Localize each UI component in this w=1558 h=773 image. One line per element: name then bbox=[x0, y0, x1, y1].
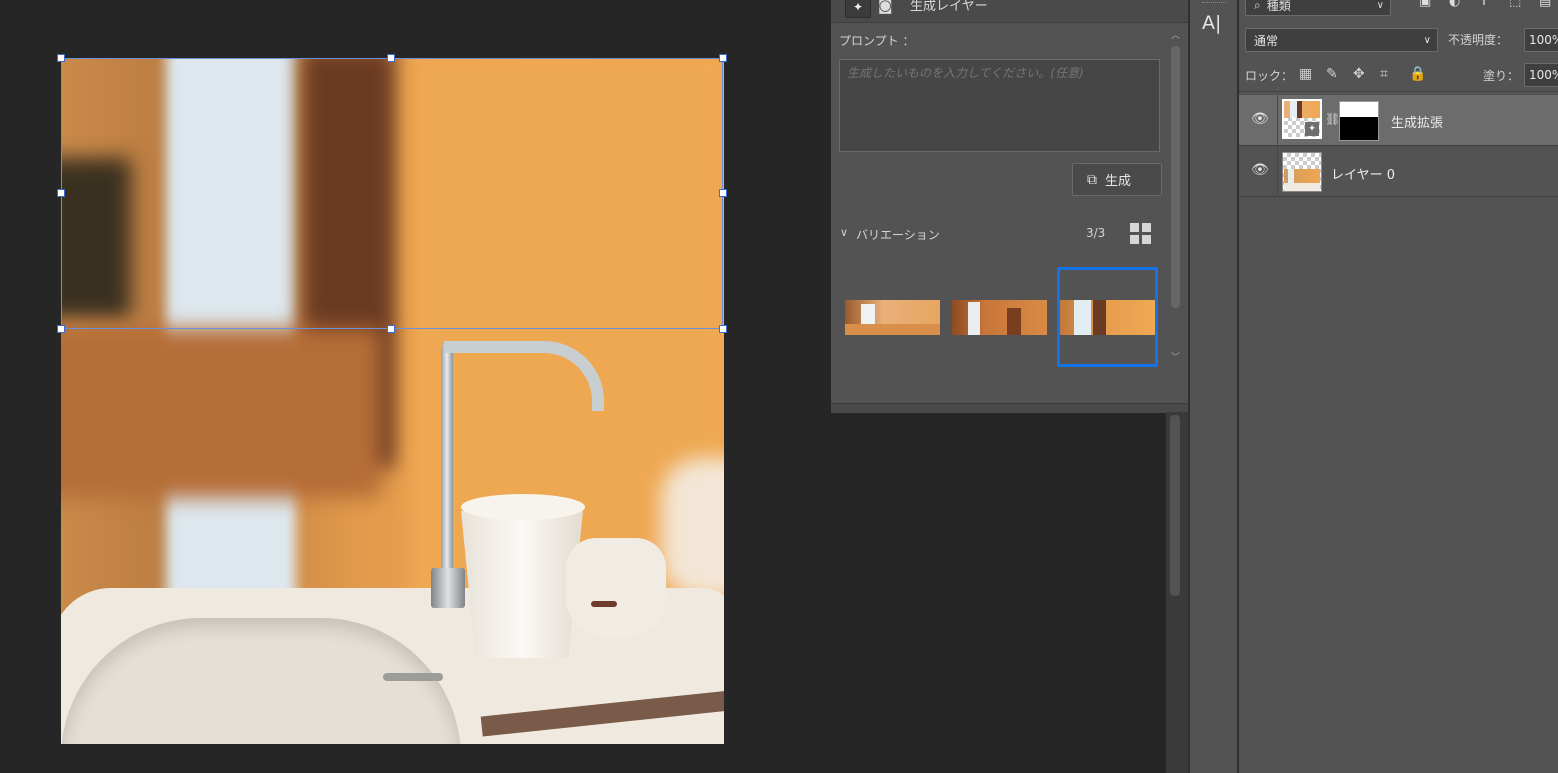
layer-filter-kind-select[interactable]: ⌕ 種類 ∨ bbox=[1245, 0, 1391, 16]
scroll-thumb[interactable] bbox=[1170, 415, 1180, 596]
canvas-scrollbar[interactable] bbox=[1166, 412, 1188, 773]
transform-handle[interactable] bbox=[719, 189, 727, 197]
generate-icon: ⧉ bbox=[1087, 171, 1097, 188]
panel-title: 生成レイヤー bbox=[910, 0, 988, 14]
shape-filter-icon[interactable]: ⬚ bbox=[1509, 0, 1521, 9]
prompt-input[interactable] bbox=[839, 59, 1160, 152]
chevron-down-icon: ∨ bbox=[1423, 34, 1431, 46]
layer-name[interactable]: 生成拡張 bbox=[1391, 112, 1443, 131]
variation-thumbnail-1[interactable] bbox=[845, 300, 940, 335]
variations-count: 3/3 bbox=[1086, 226, 1106, 240]
generative-expand-selection[interactable] bbox=[61, 58, 723, 329]
visibility-eye-icon[interactable]: 👁 bbox=[1251, 112, 1269, 126]
lock-transparent-pixels-icon[interactable]: ▦ bbox=[1299, 66, 1312, 82]
generative-badge-icon: ✦ bbox=[1305, 122, 1319, 136]
blend-mode-value: 通常 bbox=[1254, 33, 1279, 48]
layer-thumbnail[interactable] bbox=[1282, 152, 1322, 192]
scroll-thumb[interactable] bbox=[1171, 46, 1180, 308]
transform-handle[interactable] bbox=[57, 189, 65, 197]
panel-scrollbar[interactable]: ︿ ﹀ bbox=[1167, 28, 1182, 368]
opacity-input[interactable]: 100% bbox=[1524, 28, 1558, 52]
lock-label: ロック： bbox=[1245, 69, 1294, 83]
transform-handle[interactable] bbox=[57, 54, 65, 62]
visibility-eye-icon[interactable]: 👁 bbox=[1251, 163, 1269, 177]
adjustment-filter-icon[interactable]: ◐ bbox=[1449, 0, 1460, 9]
lock-image-pixels-icon[interactable]: ✎ bbox=[1326, 66, 1338, 82]
layers-panel: ⌕ 種類 ∨ ▣ ◐ T ⬚ ▤ 通常 ∨ 不透明度： 100% ロック： ▦ … bbox=[1239, 0, 1558, 773]
filter-kind-value: 種類 bbox=[1266, 0, 1291, 13]
smart-object-filter-icon[interactable]: ▤ bbox=[1539, 0, 1551, 9]
transform-handle[interactable] bbox=[387, 54, 395, 62]
chevron-down-icon[interactable]: ∨ bbox=[840, 226, 848, 239]
search-icon: ⌕ bbox=[1254, 0, 1261, 12]
panel-header: ✦ ◙ 生成レイヤー bbox=[831, 0, 1188, 23]
lock-artboard-icon[interactable]: ⌗ bbox=[1380, 66, 1388, 82]
chevron-down-icon: ∨ bbox=[1376, 0, 1384, 11]
variations-label[interactable]: バリエーション bbox=[856, 226, 940, 243]
panel-icon-strip: A| bbox=[1188, 0, 1239, 773]
blend-mode-select[interactable]: 通常 ∨ bbox=[1245, 28, 1438, 52]
strip-grip bbox=[1202, 2, 1226, 6]
character-panel-icon[interactable]: A| bbox=[1202, 12, 1226, 36]
image-filter-icon[interactable]: ▣ bbox=[1419, 0, 1431, 9]
type-filter-icon[interactable]: T bbox=[1480, 0, 1488, 9]
layer-mask-thumbnail[interactable] bbox=[1339, 101, 1379, 141]
generative-layer-panel: ✦ ◙ 生成レイヤー プロンプト ： ⧉ 生成 ∨ バリエーション 3/3 ︿ … bbox=[831, 0, 1189, 413]
lock-position-icon[interactable]: ✥ bbox=[1353, 66, 1365, 82]
generative-fill-icon[interactable]: ✦ bbox=[845, 0, 871, 18]
variation-thumbnail-2[interactable] bbox=[952, 300, 1047, 335]
generate-button-label: 生成 bbox=[1105, 174, 1132, 189]
selected-variation-frame bbox=[1057, 267, 1158, 367]
scroll-down-icon[interactable]: ﹀ bbox=[1171, 350, 1180, 363]
fill-input[interactable]: 100% bbox=[1524, 63, 1558, 87]
layer-row-generative-expand[interactable]: 👁 ✦ ⛓ 生成拡張 bbox=[1239, 95, 1558, 146]
layer-thumbnail[interactable]: ✦ bbox=[1282, 99, 1322, 139]
prompt-label: プロンプト ： bbox=[839, 34, 915, 48]
link-icon[interactable]: ⛓ bbox=[1325, 112, 1340, 126]
layer-name[interactable]: レイヤー 0 bbox=[1331, 164, 1395, 183]
divider bbox=[1277, 95, 1278, 146]
camera-icon[interactable]: ◙ bbox=[878, 0, 900, 14]
divider bbox=[1277, 146, 1278, 197]
divider bbox=[1239, 91, 1558, 92]
layer-row-layer-0[interactable]: 👁 レイヤー 0 bbox=[1239, 146, 1558, 197]
transform-handle[interactable] bbox=[719, 325, 727, 333]
grid-view-icon[interactable] bbox=[1130, 223, 1151, 244]
scroll-up-icon[interactable]: ︿ bbox=[1171, 28, 1180, 41]
transform-handle[interactable] bbox=[57, 325, 65, 333]
generate-button[interactable]: ⧉ 生成 bbox=[1072, 163, 1162, 196]
transform-handle[interactable] bbox=[387, 325, 395, 333]
lock-all-icon[interactable]: 🔒 bbox=[1409, 66, 1426, 82]
fill-label: 塗り： bbox=[1483, 69, 1520, 83]
transform-handle[interactable] bbox=[719, 54, 727, 62]
panel-resize-handle[interactable] bbox=[831, 403, 1188, 413]
opacity-label: 不透明度： bbox=[1448, 33, 1509, 47]
